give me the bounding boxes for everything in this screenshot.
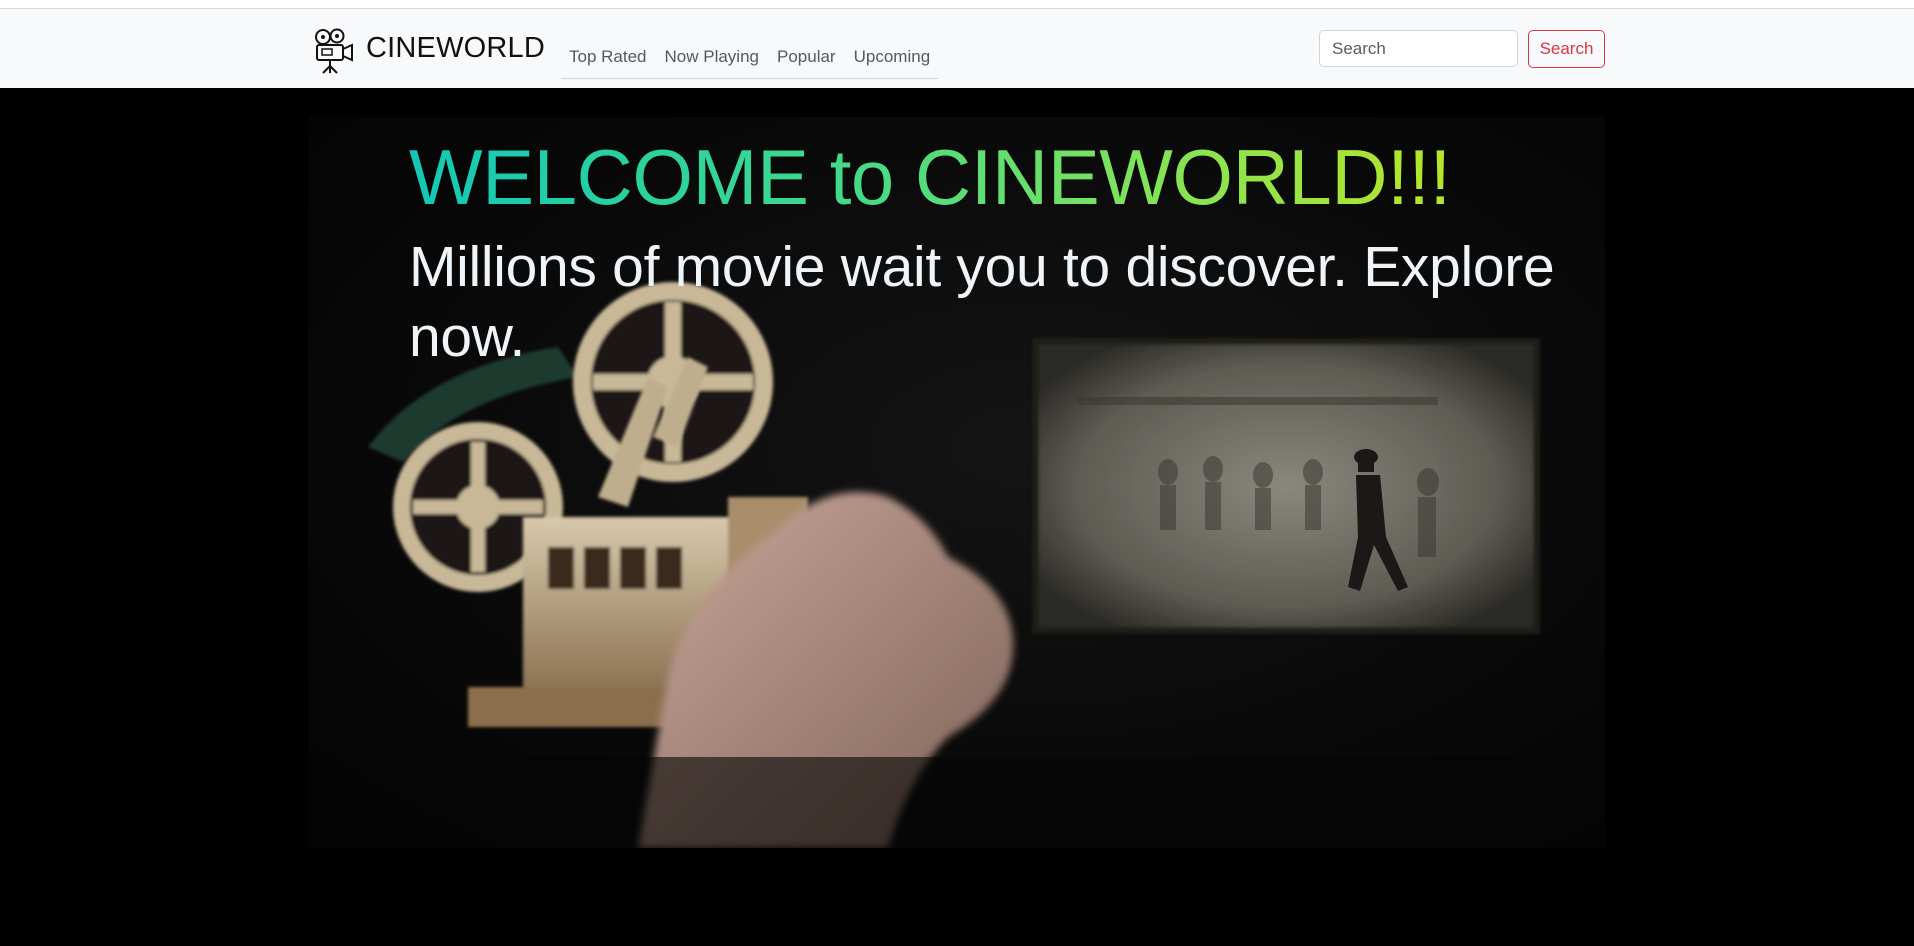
search-button[interactable]: Search bbox=[1528, 30, 1605, 68]
film-camera-icon bbox=[315, 28, 353, 74]
hero-title: WELCOME to CINEWORLD!!! bbox=[409, 133, 1451, 221]
brand-link[interactable]: CINEWORLD bbox=[313, 27, 545, 75]
navbar: CINEWORLD Top Rated Now Playing Popular … bbox=[0, 9, 1914, 88]
search-input[interactable] bbox=[1319, 30, 1518, 67]
nav-link-popular[interactable]: Popular bbox=[777, 47, 836, 67]
top-border bbox=[0, 0, 1914, 9]
film-projector-and-screen-photo bbox=[308, 282, 1605, 848]
nav-link-upcoming[interactable]: Upcoming bbox=[854, 47, 931, 67]
nav-link-top-rated[interactable]: Top Rated bbox=[569, 47, 647, 67]
brand-name: CINEWORLD bbox=[366, 31, 546, 64]
nav-link-now-playing[interactable]: Now Playing bbox=[665, 47, 760, 67]
hero-subtitle: Millions of movie wait you to discover. … bbox=[409, 235, 1555, 369]
nav-menu: Top Rated Now Playing Popular Upcoming bbox=[561, 36, 939, 79]
hero-banner: WELCOME to CINEWORLD!!! Millions of movi… bbox=[308, 117, 1605, 848]
